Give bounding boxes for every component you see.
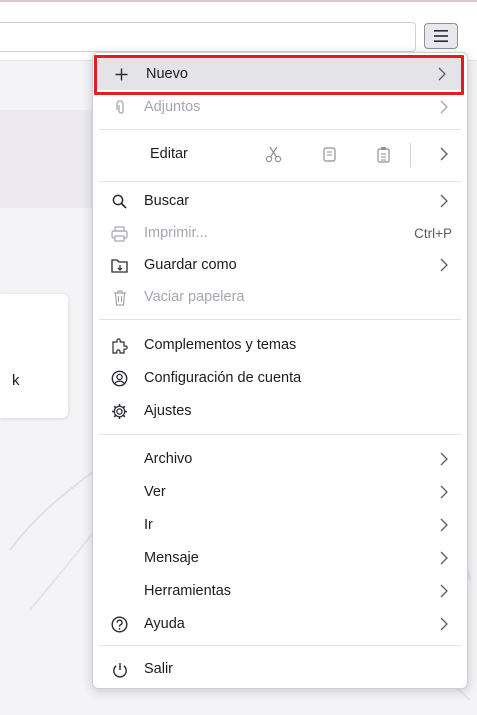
menu-item-message[interactable]: Mensaje xyxy=(94,542,466,574)
search-icon xyxy=(111,193,128,210)
menu-item-label: Archivo xyxy=(144,451,193,467)
menu-item-file[interactable]: Archivo xyxy=(94,443,466,475)
menu-item-label: Ayuda xyxy=(144,616,185,632)
menu-item-label: Herramientas xyxy=(144,583,232,599)
menu-item-label: Guardar como xyxy=(144,257,237,273)
menu-item-account-settings[interactable]: Configuración de cuenta xyxy=(94,362,466,394)
copy-icon xyxy=(322,146,336,162)
folder-save-icon xyxy=(111,257,128,274)
menu-item-label: Mensaje xyxy=(144,550,199,566)
menu-item-settings[interactable]: Ajustes xyxy=(94,395,466,427)
menu-item-label: Nuevo xyxy=(146,66,188,82)
plus-icon xyxy=(113,66,130,83)
menu-separator xyxy=(99,129,461,130)
chevron-right-icon xyxy=(440,551,448,565)
app-menu-panel: Nuevo Adjuntos Editar Buscar Imprimir...… xyxy=(92,52,468,689)
chevron-right-icon[interactable] xyxy=(439,146,449,162)
menu-separator xyxy=(99,181,461,182)
scissors-icon xyxy=(265,146,281,162)
background-panel xyxy=(0,110,100,208)
menu-item-label: Imprimir... xyxy=(144,225,208,241)
printer-icon xyxy=(111,225,128,242)
cut-button[interactable] xyxy=(260,142,286,166)
menu-item-label: Ir xyxy=(144,517,153,533)
menu-item-save-as[interactable]: Guardar como xyxy=(94,249,466,281)
menu-separator xyxy=(99,434,461,435)
chevron-right-icon xyxy=(440,584,448,598)
help-icon xyxy=(111,616,128,633)
gear-icon xyxy=(111,403,128,420)
chevron-right-icon xyxy=(440,485,448,499)
paste-icon xyxy=(376,146,390,163)
menu-item-tools[interactable]: Herramientas xyxy=(94,575,466,607)
app-menu-button[interactable] xyxy=(424,23,458,49)
background-card xyxy=(0,294,68,418)
menu-item-label: Configuración de cuenta xyxy=(144,370,302,386)
chevron-right-icon xyxy=(440,452,448,466)
menu-item-label: Vaciar papelera xyxy=(144,289,245,305)
menu-item-label: Ver xyxy=(144,484,166,500)
search-input[interactable] xyxy=(0,22,416,52)
menu-item-label: Ajustes xyxy=(144,403,192,419)
menu-item-new[interactable]: Nuevo xyxy=(96,58,464,90)
power-icon xyxy=(111,661,128,678)
menu-item-addons[interactable]: Complementos y temas xyxy=(94,329,466,361)
chevron-right-icon xyxy=(440,518,448,532)
print-shortcut: Ctrl+P xyxy=(414,226,452,241)
menu-item-label: Adjuntos xyxy=(144,99,201,115)
trash-icon xyxy=(111,289,128,306)
menu-item-label: Salir xyxy=(144,661,174,677)
menu-item-label: Buscar xyxy=(144,193,190,209)
menu-item-view[interactable]: Ver xyxy=(94,476,466,508)
edit-label: Editar xyxy=(150,146,188,162)
account-icon xyxy=(111,370,128,387)
menu-item-go[interactable]: Ir xyxy=(94,509,466,541)
hamburger-icon xyxy=(434,30,448,42)
menu-item-help[interactable]: Ayuda xyxy=(94,608,466,640)
menu-item-edit: Editar xyxy=(94,135,466,173)
menu-item-find[interactable]: Buscar xyxy=(94,185,466,217)
paperclip-icon xyxy=(111,99,128,116)
copy-button[interactable] xyxy=(316,142,342,166)
edit-row-separator xyxy=(410,143,411,167)
puzzle-icon xyxy=(111,337,128,354)
menu-separator xyxy=(99,645,461,646)
menu-item-label: Complementos y temas xyxy=(144,337,297,353)
menu-separator xyxy=(99,319,461,320)
menu-item-attachments[interactable]: Adjuntos xyxy=(94,91,466,123)
menu-item-quit[interactable]: Salir xyxy=(94,653,466,685)
menu-item-empty-trash[interactable]: Vaciar papelera xyxy=(94,281,466,313)
chevron-right-icon xyxy=(440,258,448,272)
background-card-text: k xyxy=(12,372,20,389)
chevron-right-icon xyxy=(440,617,448,631)
menu-item-print[interactable]: Imprimir... Ctrl+P xyxy=(94,217,466,249)
chevron-right-icon xyxy=(438,67,446,81)
chevron-right-icon xyxy=(440,100,448,114)
chevron-right-icon xyxy=(440,194,448,208)
paste-button[interactable] xyxy=(370,142,396,166)
